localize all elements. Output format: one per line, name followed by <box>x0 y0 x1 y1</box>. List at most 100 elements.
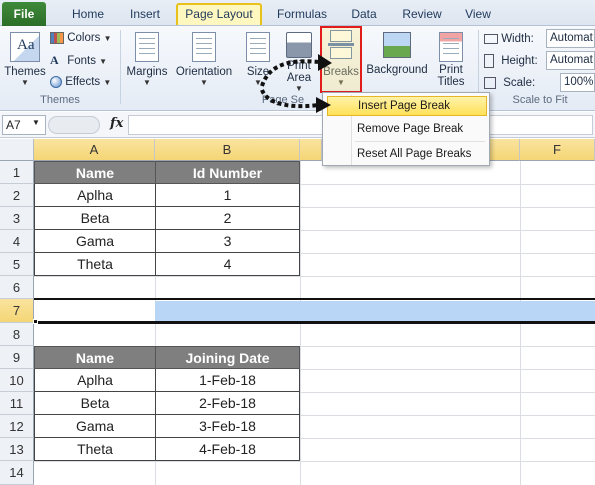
print-titles-icon <box>439 32 463 62</box>
row-header[interactable]: 10 <box>0 369 34 392</box>
tab-home[interactable]: Home <box>60 3 116 25</box>
ribbon-tab-bar: File Home Insert Page Layout Formulas Da… <box>0 0 595 26</box>
table2-cell[interactable]: Beta <box>34 392 156 415</box>
size-button[interactable]: Size ▼ <box>242 28 274 87</box>
row-header[interactable]: 2 <box>0 184 34 207</box>
tab-data[interactable]: Data <box>342 3 386 25</box>
effects-button[interactable]: Effects ▼ <box>50 72 111 92</box>
table1-cell[interactable]: Gama <box>34 230 156 253</box>
fonts-icon: A <box>50 53 59 67</box>
menu-item-insert-page-break[interactable]: Insert Page Break <box>327 96 487 116</box>
print-area-button[interactable]: Print Area ▼ <box>280 28 318 93</box>
select-all-corner[interactable] <box>0 139 34 161</box>
table2-cell[interactable]: Theta <box>34 438 156 461</box>
tab-page-layout[interactable]: Page Layout <box>176 3 262 25</box>
column-header-d[interactable] <box>490 139 520 161</box>
printer-icon <box>286 32 312 58</box>
row-header[interactable]: 1 <box>0 161 34 184</box>
column-header-f[interactable]: F <box>520 139 595 161</box>
insert-function-icon[interactable]: fx <box>110 116 123 131</box>
table1-cell[interactable]: Beta <box>34 207 156 230</box>
print-area-label-2: Area <box>286 72 312 84</box>
page-setup-group-label: Page Se <box>261 94 305 106</box>
row-header[interactable]: 4 <box>0 230 34 253</box>
colors-label: Colors <box>67 32 101 44</box>
print-titles-label-1: Print <box>439 64 463 76</box>
table1-cell[interactable]: Aplha <box>34 184 156 207</box>
active-cell-a7[interactable] <box>36 301 155 321</box>
width-select[interactable]: Automat <box>546 29 595 48</box>
menu-item-remove-page-break[interactable]: Remove Page Break <box>327 119 487 139</box>
size-label: Size <box>246 66 270 78</box>
size-icon <box>246 32 270 62</box>
table1-cell[interactable]: 3 <box>155 230 300 253</box>
print-titles-button[interactable]: Print Titles <box>432 28 470 88</box>
name-box-dropdown-icon[interactable]: ▼ <box>32 118 40 127</box>
chevron-down-icon: ▼ <box>99 57 108 66</box>
tab-review[interactable]: Review <box>394 3 450 25</box>
table1-header-name: Name <box>34 161 156 184</box>
row-header[interactable]: 3 <box>0 207 34 230</box>
column-header-c[interactable] <box>300 139 322 161</box>
tab-view[interactable]: View <box>456 3 500 25</box>
table2-cell[interactable]: 2-Feb-18 <box>155 392 300 415</box>
chevron-down-icon: ▼ <box>295 84 303 93</box>
tab-insert[interactable]: Insert <box>120 3 170 25</box>
row-header[interactable]: 6 <box>0 276 34 299</box>
height-select[interactable]: Automat <box>546 51 595 70</box>
row-7-selection[interactable] <box>155 301 595 321</box>
tab-formulas[interactable]: Formulas <box>270 3 334 25</box>
table2-cell[interactable]: 1-Feb-18 <box>155 369 300 392</box>
tab-file[interactable]: File <box>2 2 46 26</box>
fill-handle[interactable] <box>33 319 38 324</box>
row-header-selected[interactable]: 7 <box>0 299 34 323</box>
table1-header-id: Id Number <box>155 161 300 184</box>
table1-cell[interactable]: 4 <box>155 253 300 276</box>
background-button[interactable]: Background <box>364 28 430 76</box>
chevron-down-icon: ▼ <box>254 78 262 87</box>
table1-cell[interactable]: 1 <box>155 184 300 207</box>
themes-icon: Aa <box>10 32 40 62</box>
row-header[interactable]: 9 <box>0 346 34 369</box>
chevron-down-icon: ▼ <box>103 78 112 87</box>
themes-label: Themes <box>4 66 46 78</box>
gridline <box>34 276 595 277</box>
row-header[interactable]: 5 <box>0 253 34 276</box>
breaks-dropdown-menu: Insert Page Break Remove Page Break Rese… <box>322 92 490 166</box>
column-header-a[interactable]: A <box>34 139 155 161</box>
scale-to-fit-group-label: Scale to Fit <box>512 94 568 106</box>
column-header-b[interactable]: B <box>155 139 300 161</box>
scale-spinner[interactable]: 100% <box>560 73 595 92</box>
margins-label: Margins <box>126 66 168 78</box>
themes-button[interactable]: Aa Themes ▼ <box>4 28 46 87</box>
formula-bar: A7 ▼ fx <box>0 112 595 138</box>
orientation-button[interactable]: Orientation ▼ <box>172 28 236 87</box>
width-label: Width: <box>501 33 534 45</box>
menu-item-reset-all-page-breaks[interactable]: Reset All Page Breaks <box>327 144 487 164</box>
row-header[interactable]: 8 <box>0 323 34 346</box>
margins-button[interactable]: Margins ▼ <box>124 28 170 87</box>
ribbon: Aa Themes ▼ Colors ▼ A Fonts ▼ Effects ▼… <box>0 26 595 111</box>
height-icon <box>484 53 494 68</box>
fonts-button[interactable]: A Fonts ▼ <box>50 50 107 70</box>
background-image-icon <box>383 32 411 58</box>
colors-button[interactable]: Colors ▼ <box>50 28 112 48</box>
row-header[interactable]: 12 <box>0 415 34 438</box>
chevron-down-icon: ▼ <box>143 78 151 87</box>
table1-cell[interactable]: Theta <box>34 253 156 276</box>
table2-cell[interactable]: Gama <box>34 415 156 438</box>
orientation-icon <box>192 32 216 62</box>
table2-cell[interactable]: 4-Feb-18 <box>155 438 300 461</box>
page-break-line <box>34 298 595 300</box>
print-titles-label-2: Titles <box>437 76 465 88</box>
orientation-label: Orientation <box>175 66 233 78</box>
height-label: Height: <box>501 55 538 67</box>
table2-cell[interactable]: Aplha <box>34 369 156 392</box>
print-area-label-1: Print <box>287 60 311 72</box>
chevron-down-icon: ▼ <box>103 34 112 43</box>
row-header[interactable]: 14 <box>0 461 34 485</box>
table1-cell[interactable]: 2 <box>155 207 300 230</box>
row-header[interactable]: 11 <box>0 392 34 415</box>
table2-cell[interactable]: 3-Feb-18 <box>155 415 300 438</box>
row-header[interactable]: 13 <box>0 438 34 461</box>
